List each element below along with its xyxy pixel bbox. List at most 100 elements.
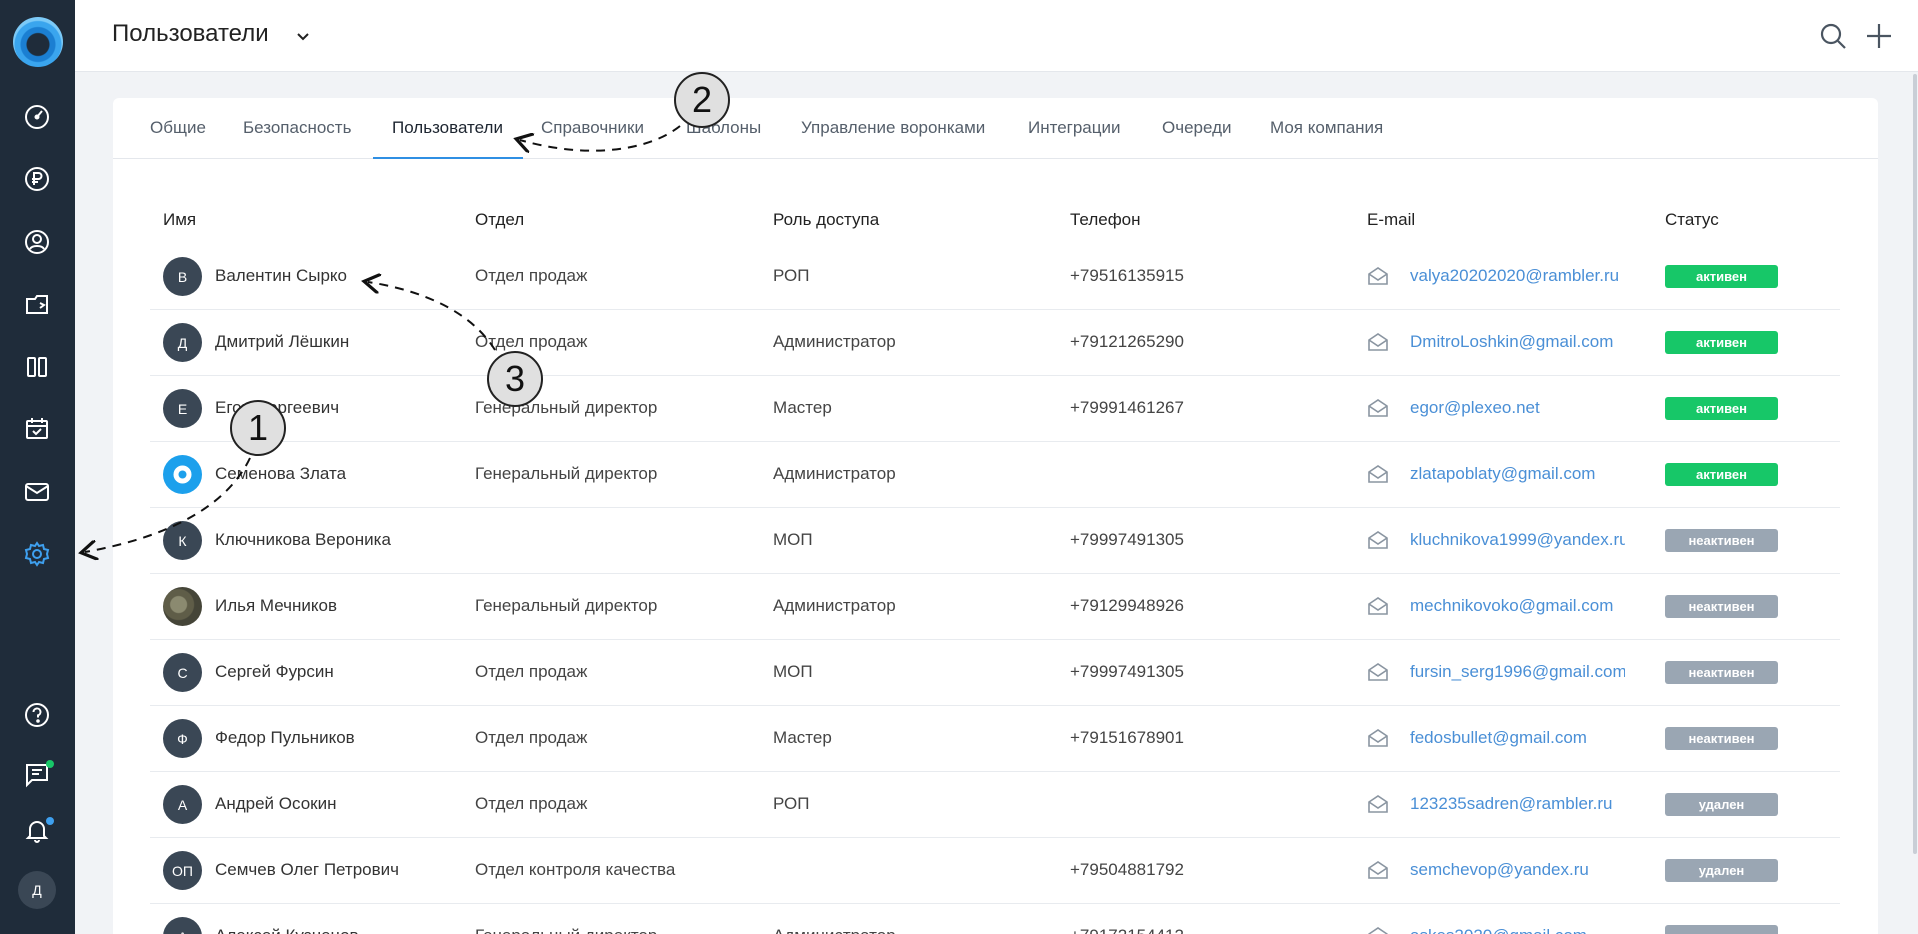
user-dept: Отдел продаж (475, 266, 588, 285)
user-email[interactable]: fursin_serg1996@gmail.com (1410, 662, 1625, 682)
column-header-email: E-mail (1367, 210, 1416, 229)
table-row[interactable]: В Валентин Сырко Отдел продаж РОП +795161359… (150, 244, 1840, 310)
contacts-icon[interactable] (19, 224, 55, 260)
user-email[interactable]: kluchnikova1999@yandex.ru (1410, 530, 1625, 550)
envelope-icon[interactable] (1366, 462, 1390, 486)
table-row[interactable]: А Алексей Кузнецов Генеральный директор Адм… (150, 904, 1840, 934)
user-email[interactable]: fedosbullet@gmail.com (1410, 728, 1625, 748)
table-row[interactable]: Ф Федор Пульников Отдел продаж Мастер +79151… (150, 706, 1840, 772)
user-name[interactable]: Сергей Фурсин (215, 662, 334, 682)
user-dept: Отдел контроля качества (475, 860, 676, 879)
calendar-icon[interactable] (19, 411, 55, 447)
search-icon[interactable] (1815, 18, 1851, 54)
chat-unread-dot (46, 760, 54, 768)
user-email[interactable]: zlatapoblaty@gmail.com (1410, 464, 1625, 484)
user-email[interactable]: askes2020@gmail.com (1410, 926, 1625, 934)
tab-funnels[interactable]: Управление воронками (801, 118, 985, 138)
tab-queues[interactable]: Очереди (1162, 118, 1232, 138)
user-email[interactable]: valya20202020@rambler.ru (1410, 266, 1625, 286)
tab-directories[interactable]: Справочники (541, 118, 644, 138)
column-header-status: Статус (1665, 210, 1719, 229)
table-row[interactable]: Илья Мечников Генеральный директор Админис… (150, 574, 1840, 640)
dashboard-icon[interactable] (19, 99, 55, 135)
envelope-icon[interactable] (1366, 924, 1390, 934)
user-phone: +79991461267 (1070, 398, 1184, 417)
tab-integrations[interactable]: Интеграции (1028, 118, 1121, 138)
user-name[interactable]: Валентин Сырко (215, 266, 347, 286)
folder-icon[interactable] (19, 286, 55, 322)
user-dept: Отдел продаж (475, 794, 588, 813)
avatar: К (163, 521, 202, 560)
table-row[interactable]: Д Дмитрий Лёшкин Отдел продаж Администратор… (150, 310, 1840, 376)
envelope-icon[interactable] (1366, 792, 1390, 816)
kanban-icon[interactable] (19, 349, 55, 385)
tab-my-company[interactable]: Моя компания (1270, 118, 1383, 138)
table-row[interactable]: С Сергей Фурсин Отдел продаж МОП +7999749130… (150, 640, 1840, 706)
user-dept: Генеральный директор (475, 926, 657, 934)
envelope-icon[interactable] (1366, 660, 1390, 684)
user-name[interactable]: Семчев Олег Петрович (215, 860, 399, 880)
user-role: МОП (773, 530, 813, 549)
user-name[interactable]: Андрей Осокин (215, 794, 336, 814)
user-name[interactable]: Ключникова Вероника (215, 530, 391, 550)
settings-tabs: Общие Безопасность Пользователи Справочн… (113, 98, 1878, 159)
chat-icon[interactable] (19, 756, 55, 792)
user-avatar[interactable]: Д (18, 871, 56, 909)
add-icon[interactable] (1861, 18, 1897, 54)
envelope-icon[interactable] (1366, 726, 1390, 750)
chevron-down-icon[interactable] (291, 24, 315, 48)
table-row[interactable]: К Ключникова Вероника МОП +79997491305 kluch… (150, 508, 1840, 574)
user-role: РОП (773, 266, 810, 285)
help-icon[interactable] (19, 697, 55, 733)
notification-dot (46, 817, 54, 825)
annotation-marker-1: 1 (230, 400, 286, 456)
user-dept: Генеральный директор (475, 596, 658, 615)
status-badge: неактивен (1665, 661, 1778, 684)
status-badge: активен (1665, 463, 1778, 486)
page-scrollbar-thumb[interactable] (1913, 74, 1917, 854)
user-dept: Отдел продаж (475, 728, 588, 747)
user-email[interactable]: semchevop@yandex.ru (1410, 860, 1625, 880)
envelope-icon[interactable] (1366, 396, 1390, 420)
tab-users[interactable]: Пользователи (392, 118, 503, 138)
envelope-icon[interactable] (1366, 528, 1390, 552)
status-badge: неактивен (1665, 727, 1778, 750)
user-email[interactable]: mechnikovoko@gmail.com (1410, 596, 1625, 616)
user-name[interactable]: Семенова Злата (215, 464, 346, 484)
avatar: Д (163, 323, 202, 362)
envelope-icon[interactable] (1366, 330, 1390, 354)
envelope-icon[interactable] (1366, 264, 1390, 288)
user-name[interactable]: Алексей Кузнецов (215, 926, 359, 934)
avatar (163, 587, 202, 626)
user-email[interactable]: egor@plexeo.net (1410, 398, 1625, 418)
table-row[interactable]: Е Егор Сергеевич Генеральный директор Масте… (150, 376, 1840, 442)
user-email[interactable]: 123235sadren@rambler.ru (1410, 794, 1625, 814)
user-phone: +79121265290 (1070, 332, 1184, 351)
table-row[interactable]: ОП Семчев Олег Петрович Отдел контроля кач… (150, 838, 1840, 904)
user-email[interactable]: DmitroLoshkin@gmail.com (1410, 332, 1625, 352)
app-logo[interactable] (13, 17, 63, 67)
active-tab-indicator (373, 157, 523, 159)
user-name[interactable]: Федор Пульников (215, 728, 355, 748)
user-phone: +79997491305 (1070, 530, 1184, 549)
table-row[interactable]: А Андрей Осокин Отдел продаж РОП 123235sadre… (150, 772, 1840, 838)
tab-security[interactable]: Безопасность (243, 118, 351, 138)
avatar: Е (163, 389, 202, 428)
gear-icon[interactable] (19, 536, 55, 572)
envelope-icon[interactable] (1366, 858, 1390, 882)
column-header-role: Роль доступа (773, 210, 880, 229)
user-phone: +79504881792 (1070, 860, 1184, 879)
status-badge: удален (1665, 793, 1778, 816)
column-header-dept: Отдел (475, 210, 525, 229)
envelope-icon[interactable] (1366, 594, 1390, 618)
status-badge: активен (1665, 331, 1778, 354)
table-row[interactable]: Семенова Злата Генеральный директор Админи… (150, 442, 1840, 508)
user-role: Мастер (773, 728, 832, 747)
user-name[interactable]: Илья Мечников (215, 596, 337, 616)
ruble-icon[interactable] (19, 161, 55, 197)
avatar: С (163, 653, 202, 692)
user-name[interactable]: Дмитрий Лёшкин (215, 332, 349, 352)
mail-icon[interactable] (19, 474, 55, 510)
tab-general[interactable]: Общие (150, 118, 206, 138)
bell-icon[interactable] (19, 812, 55, 848)
